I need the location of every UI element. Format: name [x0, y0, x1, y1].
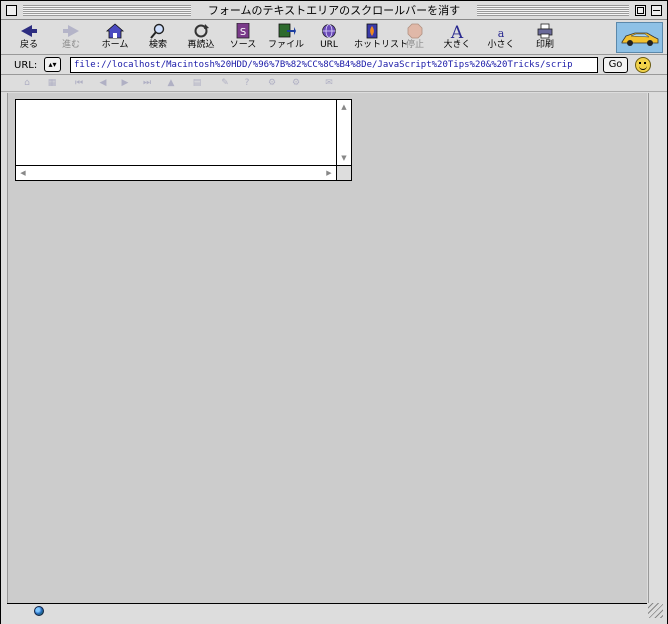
svg-text:A: A	[450, 23, 464, 39]
file-label: ファイル	[267, 40, 304, 50]
nav-prev-icon[interactable]: ◀	[97, 78, 109, 89]
url-history-popup[interactable]: ▴▾	[44, 57, 61, 72]
url-label: URL	[320, 40, 338, 50]
textarea-text-area[interactable]	[16, 100, 336, 165]
status-bar	[7, 603, 647, 618]
scroll-left-arrow-icon[interactable]: ◀	[18, 168, 28, 178]
stop-icon	[407, 23, 423, 39]
back-button[interactable]: 戻る	[15, 23, 43, 54]
scroll-right-arrow-icon[interactable]: ▶	[324, 168, 334, 178]
nav-first-icon[interactable]: ⏮	[73, 78, 85, 89]
home-icon	[105, 23, 125, 39]
nav-grid-icon[interactable]: ▦	[46, 78, 58, 89]
globe-status-icon	[34, 606, 44, 616]
file-icon	[278, 23, 296, 38]
url-field-label: URL:	[14, 60, 38, 71]
reload-label: 再読込	[187, 40, 215, 50]
text-larger-button[interactable]: A 大きく	[441, 23, 473, 54]
url-globe-icon	[322, 24, 336, 38]
nav-last-icon[interactable]: ⏭	[141, 78, 153, 89]
scrollbar-corner	[336, 165, 351, 180]
source-label: ソース	[229, 40, 257, 50]
nav-next-icon[interactable]: ▶	[119, 78, 131, 89]
textarea-horizontal-scrollbar[interactable]: ◀ ▶	[16, 165, 336, 180]
toolbar: 戻る 進む ホーム 検索 再読込 S ソース ファイル URL ホットリスト 停…	[1, 21, 667, 55]
title-bar[interactable]: フォームのテキストエリアのスクロールバーを消す	[1, 1, 667, 20]
car-logo-icon	[621, 32, 659, 46]
title-stripes-right	[477, 5, 629, 16]
page-content: ▲ ▼ ◀ ▶	[7, 93, 647, 603]
nav-up-icon[interactable]: ▲	[165, 78, 177, 89]
title-stripes-left	[23, 5, 191, 16]
reload-button[interactable]: 再読込	[185, 23, 217, 54]
smiley-face-icon[interactable]	[635, 57, 651, 73]
browser-logo[interactable]	[616, 22, 663, 53]
url-input[interactable]: file://localhost/Macintosh%20HDD/%96%7B%…	[70, 57, 598, 73]
zoom-box[interactable]	[635, 5, 646, 16]
back-arrow-icon	[21, 25, 37, 37]
text-larger-label: 大きく	[443, 40, 471, 50]
search-button[interactable]: 検索	[145, 23, 171, 54]
print-button[interactable]: 印刷	[531, 23, 559, 54]
textarea-vertical-scrollbar[interactable]: ▲ ▼	[336, 100, 351, 165]
close-box[interactable]	[6, 5, 17, 16]
print-icon	[537, 23, 553, 39]
back-label: 戻る	[19, 40, 38, 50]
text-smaller-label: 小さく	[487, 40, 515, 50]
navigation-bar: ⌂ ▦ ⏮ ◀ ▶ ⏭ ▲ ▤ ✎ ? ⚙ ⚙ ✉	[1, 76, 667, 92]
reload-icon	[194, 24, 209, 38]
hotlist-label: ホットリスト	[354, 40, 409, 50]
home-label: ホーム	[101, 40, 129, 50]
nav-settings-icon[interactable]: ⚙	[266, 78, 278, 89]
print-label: 印刷	[535, 40, 554, 50]
resize-grow-box[interactable]	[648, 603, 663, 618]
stop-label: 停止	[405, 40, 424, 50]
collapse-box[interactable]	[651, 5, 662, 16]
search-label: 検索	[148, 40, 167, 50]
form-textarea[interactable]: ▲ ▼ ◀ ▶	[15, 99, 352, 181]
url-button[interactable]: URL	[316, 23, 342, 54]
search-magnifier-icon	[150, 23, 165, 39]
hotlist-button[interactable]: ホットリスト	[354, 23, 409, 54]
nav-help-icon[interactable]: ?	[241, 78, 253, 89]
source-button[interactable]: S ソース	[228, 23, 258, 54]
forward-label: 進む	[61, 40, 80, 50]
scroll-down-arrow-icon[interactable]: ▼	[339, 153, 349, 163]
text-smaller-icon: a	[498, 27, 505, 39]
go-button[interactable]: Go	[603, 57, 628, 73]
hotlist-icon	[366, 23, 378, 39]
file-button[interactable]: ファイル	[267, 23, 305, 54]
stop-button[interactable]: 停止	[402, 23, 428, 54]
nav-home-icon[interactable]: ⌂	[21, 78, 33, 89]
nav-mail-icon[interactable]: ✉	[323, 78, 335, 89]
forward-button[interactable]: 進む	[57, 23, 85, 54]
window-right-edge	[648, 93, 663, 603]
nav-info-icon[interactable]: ⚙	[290, 78, 302, 89]
svg-text:S: S	[240, 27, 246, 38]
text-larger-icon: A	[450, 23, 464, 39]
forward-arrow-icon	[63, 25, 79, 37]
url-bar: URL: ▴▾ file://localhost/Macintosh%20HDD…	[1, 56, 667, 75]
scroll-up-arrow-icon[interactable]: ▲	[339, 102, 349, 112]
svg-text:a: a	[498, 27, 505, 39]
nav-index-icon[interactable]: ▤	[191, 78, 203, 89]
browser-window: フォームのテキストエリアのスクロールバーを消す 戻る 進む ホーム 検索 再読込…	[0, 0, 668, 624]
window-title: フォームのテキストエリアのスクロールバーを消す	[191, 3, 477, 18]
text-smaller-button[interactable]: a 小さく	[485, 23, 517, 54]
window-bottom-edge	[1, 619, 667, 624]
source-icon: S	[236, 23, 250, 39]
home-button[interactable]: ホーム	[98, 23, 132, 54]
nav-edit-icon[interactable]: ✎	[219, 78, 231, 89]
